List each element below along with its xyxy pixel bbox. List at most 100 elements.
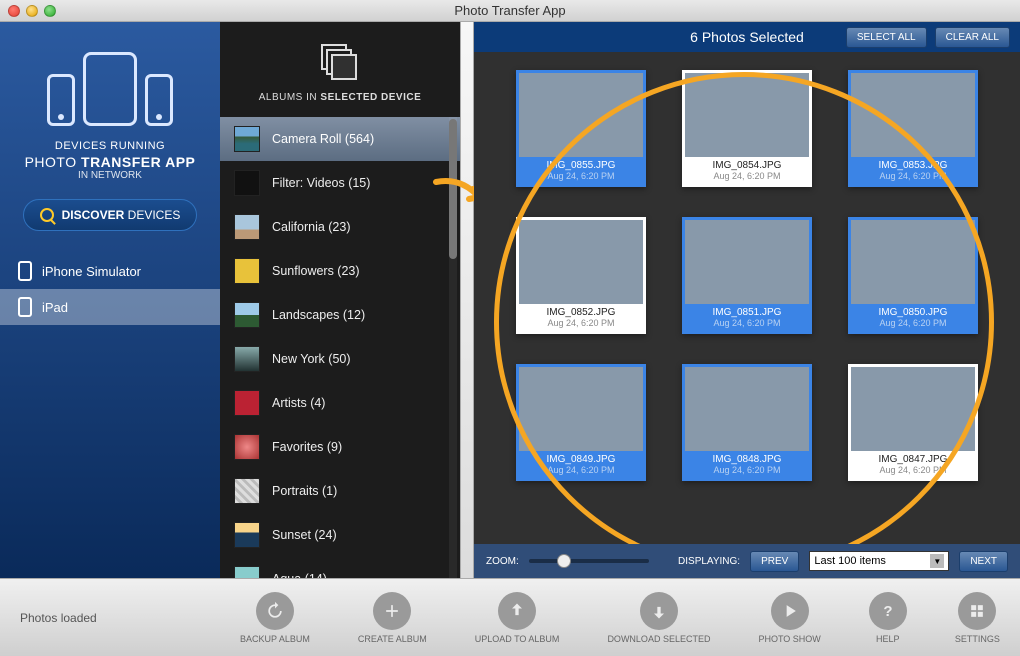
photo-thumb [685,220,809,304]
grid-footer: ZOOM: DISPLAYING: PREV Last 100 items ▼ … [474,544,1020,578]
photo-card[interactable]: IMG_0847.JPGAug 24, 6:20 PM [848,364,978,481]
album-item[interactable]: Favorites (9) [220,425,460,469]
photo-date: Aug 24, 6:20 PM [879,318,946,331]
album-item[interactable]: Filter: Videos (15) [220,161,460,205]
tool-help[interactable]: ? HELP [869,592,907,644]
photo-card[interactable]: IMG_0855.JPGAug 24, 6:20 PM [516,70,646,187]
help-icon: ? [869,592,907,630]
album-label: Sunset (24) [272,528,337,542]
tool-play[interactable]: PHOTO SHOW [758,592,820,644]
album-item[interactable]: Camera Roll (564) [220,117,460,161]
displaying-label: DISPLAYING: [678,556,740,567]
photo-card[interactable]: IMG_0848.JPGAug 24, 6:20 PM [682,364,812,481]
selection-count: 6 Photos Selected [474,29,1020,45]
status-text: Photos loaded [20,611,200,625]
photo-date: Aug 24, 6:20 PM [713,171,780,184]
phone-icon [47,74,75,126]
tool-label: UPLOAD TO ALBUM [475,634,560,644]
album-label: Favorites (9) [272,440,342,454]
photo-card[interactable]: IMG_0850.JPGAug 24, 6:20 PM [848,217,978,334]
tool-label: CREATE ALBUM [358,634,427,644]
tool-backup[interactable]: BACKUP ALBUM [240,592,310,644]
album-item[interactable]: Sunflowers (23) [220,249,460,293]
photo-name: IMG_0853.JPG [879,157,948,171]
photo-name: IMG_0848.JPG [713,451,782,465]
photo-date: Aug 24, 6:20 PM [547,465,614,478]
photo-thumb [685,73,809,157]
album-label: Landscapes (12) [272,308,365,322]
sidebar-albums: ALBUMS IN SELECTED DEVICE Camera Roll (5… [220,22,460,578]
phone-icon [145,74,173,126]
photo-name: IMG_0847.JPG [879,451,948,465]
photo-thumb [851,367,975,451]
chevron-down-icon: ▼ [930,554,944,568]
photo-date: Aug 24, 6:20 PM [547,318,614,331]
photo-thumb [519,73,643,157]
photo-date: Aug 24, 6:20 PM [547,171,614,184]
tool-upload[interactable]: UPLOAD TO ALBUM [475,592,560,644]
albums-icon [321,44,359,82]
photo-card[interactable]: IMG_0852.JPGAug 24, 6:20 PM [516,217,646,334]
tool-download[interactable]: DOWNLOAD SELECTED [607,592,710,644]
app-brand: PHOTO TRANSFER APP [25,154,196,170]
plus-icon [373,592,411,630]
window-title: Photo Transfer App [0,3,1020,18]
search-icon [40,208,54,222]
photo-thumb [519,220,643,304]
album-label: New York (50) [272,352,351,366]
discover-devices-button[interactable]: DISCOVER DEVICES [23,199,198,231]
album-item[interactable]: Aqua (14) [220,557,460,578]
device-item[interactable]: iPhone Simulator [0,253,220,289]
device-label: iPad [42,300,68,315]
album-label: Filter: Videos (15) [272,176,370,190]
grid-toolbar: 6 Photos Selected SELECT ALL CLEAR ALL [474,22,1020,52]
album-label: Artists (4) [272,396,325,410]
photo-thumb [851,220,975,304]
display-range-select[interactable]: Last 100 items ▼ [809,551,949,571]
album-item[interactable]: Artists (4) [220,381,460,425]
photo-card[interactable]: IMG_0854.JPGAug 24, 6:20 PM [682,70,812,187]
photo-date: Aug 24, 6:20 PM [713,465,780,478]
zoom-label: ZOOM: [486,556,519,567]
album-thumb [234,302,260,328]
tool-plus[interactable]: CREATE ALBUM [358,592,427,644]
album-label: California (23) [272,220,351,234]
album-item[interactable]: Sunset (24) [220,513,460,557]
album-label: Sunflowers (23) [272,264,360,278]
album-thumb [234,214,260,240]
album-item[interactable]: Landscapes (12) [220,293,460,337]
photo-grid-pane: 6 Photos Selected SELECT ALL CLEAR ALL I… [474,22,1020,578]
svg-text:?: ? [883,603,892,620]
photo-card[interactable]: IMG_0853.JPGAug 24, 6:20 PM [848,70,978,187]
pane-divider[interactable] [460,22,474,578]
next-button[interactable]: NEXT [959,551,1008,572]
album-item[interactable]: Portraits (1) [220,469,460,513]
album-item[interactable]: New York (50) [220,337,460,381]
tool-label: HELP [876,634,900,644]
titlebar: Photo Transfer App [0,0,1020,22]
album-label: Portraits (1) [272,484,337,498]
album-thumb [234,126,260,152]
photo-card[interactable]: IMG_0851.JPGAug 24, 6:20 PM [682,217,812,334]
photo-name: IMG_0852.JPG [547,304,616,318]
photo-thumb [851,73,975,157]
photo-grid: IMG_0855.JPGAug 24, 6:20 PMIMG_0854.JPGA… [474,52,1020,544]
photo-name: IMG_0854.JPG [713,157,782,171]
photo-thumb [685,367,809,451]
device-icon [18,297,32,317]
photo-name: IMG_0849.JPG [547,451,616,465]
album-thumb [234,390,260,416]
album-thumb [234,478,260,504]
tool-settings[interactable]: SETTINGS [955,592,1000,644]
album-label: Aqua (14) [272,572,327,578]
prev-button[interactable]: PREV [750,551,799,572]
tablet-icon [83,52,137,126]
photo-card[interactable]: IMG_0849.JPGAug 24, 6:20 PM [516,364,646,481]
bottom-toolbar: Photos loaded BACKUP ALBUM CREATE ALBUM UP… [0,578,1020,656]
tool-label: DOWNLOAD SELECTED [607,634,710,644]
album-item[interactable]: California (23) [220,205,460,249]
device-item[interactable]: iPad [0,289,220,325]
play-icon [771,592,809,630]
zoom-slider[interactable] [529,559,649,563]
photo-date: Aug 24, 6:20 PM [879,465,946,478]
